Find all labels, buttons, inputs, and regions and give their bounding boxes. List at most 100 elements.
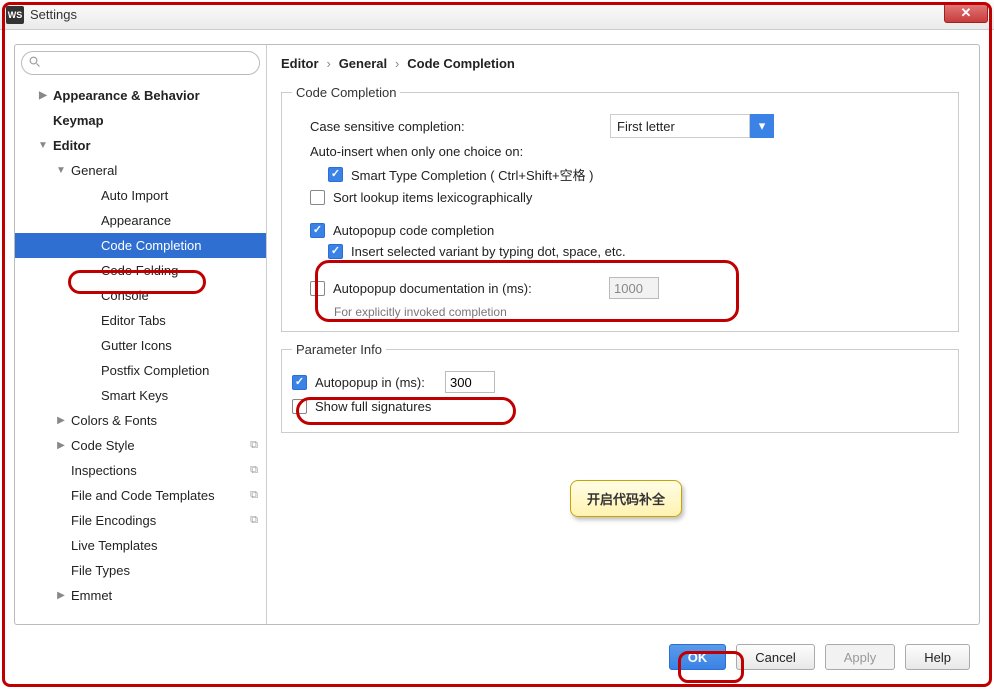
tree-item-label: Gutter Icons [101,338,172,353]
autopopup-in-input[interactable] [445,371,495,393]
parameter-info-legend: Parameter Info [292,342,386,357]
tree-item-auto-import[interactable]: Auto Import [15,183,266,208]
case-sensitive-label: Case sensitive completion: [310,119,610,134]
tree-item-console[interactable]: Console [15,283,266,308]
auto-insert-label: Auto-insert when only one choice on: [310,144,523,159]
breadcrumb-general[interactable]: General [339,56,387,71]
tree-item-label: Code Style [71,438,135,453]
button-bar: OK Cancel Apply Help [669,639,970,675]
content-pane: Editor › General › Code Completion Code … [267,45,979,624]
apply-button: Apply [825,644,896,670]
tree-arrow-icon: ▼ [55,165,67,176]
dropdown-value: First letter [610,114,750,138]
tree-item-file-types[interactable]: File Types [15,558,266,583]
tree-item-label: General [71,163,117,178]
sort-lookup-row: Sort lookup items lexicographically [292,190,948,205]
tree-item-label: Editor Tabs [101,313,166,328]
case-sensitive-dropdown[interactable]: First letter ▾ [610,114,774,138]
ok-button[interactable]: OK [669,644,727,670]
tree-item-editor-tabs[interactable]: Editor Tabs [15,308,266,333]
sort-lookup-checkbox[interactable] [310,190,325,205]
copy-icon: ⧉ [250,489,258,502]
help-button[interactable]: Help [905,644,970,670]
search-input[interactable] [21,51,260,75]
tree-item-postfix-completion[interactable]: Postfix Completion [15,358,266,383]
insert-variant-checkbox[interactable] [328,244,343,259]
show-sig-label: Show full signatures [315,399,431,414]
case-sensitive-row: Case sensitive completion: First letter … [292,114,948,138]
tree-item-colors-fonts[interactable]: ▶ Colors & Fonts [15,408,266,433]
tree-item-label: Console [101,288,149,303]
autopopup-doc-label: Autopopup documentation in (ms): [333,281,609,296]
tree-item-emmet[interactable]: ▶Emmet [15,583,266,608]
tree-item-smart-keys[interactable]: Smart Keys [15,383,266,408]
tree-item-label: Editor [53,138,91,153]
tree-arrow-icon: ▶ [37,90,49,101]
explicit-note: For explicitly invoked completion [316,305,948,319]
tree-item-label: Appearance [101,213,171,228]
window-title: Settings [30,7,77,22]
tree-item-label: File Types [71,563,130,578]
parameter-info-group: Parameter Info Autopopup in (ms): Show f… [281,342,959,433]
breadcrumb: Editor › General › Code Completion [281,55,959,71]
tree-item-label: Postfix Completion [101,363,209,378]
sort-lookup-label: Sort lookup items lexicographically [333,190,532,205]
smart-type-row: Smart Type Completion ( Ctrl+Shift+空格 ) [292,165,948,184]
auto-insert-row: Auto-insert when only one choice on: [292,144,948,159]
tree-item-label: Keymap [53,113,104,128]
autopopup-doc-checkbox[interactable] [310,281,325,296]
copy-icon: ⧉ [250,464,258,477]
tree-item-code-style[interactable]: ▶Code Style⧉ [15,433,266,458]
tree-item-general[interactable]: ▼ General [15,158,266,183]
insert-variant-row: Insert selected variant by typing dot, s… [292,244,948,259]
annotation-tooltip: 开启代码补全 [570,480,682,517]
copy-icon: ⧉ [250,439,258,452]
tree-item-inspections[interactable]: Inspections ⧉ [15,458,266,483]
sidebar: ▶ Appearance & Behavior Keymap ▼Editor ▼ Gene… [15,45,267,624]
tree-item-label: Appearance & Behavior [53,88,200,103]
tree-item-label: Inspections [71,463,137,478]
tree-item-label: Auto Import [101,188,168,203]
tree-item-keymap[interactable]: Keymap [15,108,266,133]
tree-item-file-and-code-templates[interactable]: File and Code Templates ⧉ [15,483,266,508]
smart-type-checkbox[interactable] [328,167,343,182]
tree-item-label: Colors & Fonts [71,413,157,428]
cancel-button[interactable]: Cancel [736,644,814,670]
autopopup-code-row: Autopopup code completion [292,223,948,238]
app-icon: WS [6,6,24,24]
tree-item-file-encodings[interactable]: File Encodings ⧉ [15,508,266,533]
tree-item-label: Code Completion [101,238,201,253]
tree-item-appearance[interactable]: Appearance [15,208,266,233]
tree-item-appearance-behavior[interactable]: ▶ Appearance & Behavior [15,83,266,108]
tree-item-label: File and Code Templates [71,488,215,503]
show-sig-checkbox[interactable] [292,399,307,414]
close-icon: ✕ [961,5,972,21]
tree-item-label: File Encodings [71,513,156,528]
autopopup-in-checkbox[interactable] [292,375,307,390]
autopopup-code-checkbox[interactable] [310,223,325,238]
show-sig-row: Show full signatures [292,399,948,414]
close-button[interactable]: ✕ [944,3,988,23]
body: ▶ Appearance & Behavior Keymap ▼Editor ▼ Gene… [14,44,980,625]
tree-item-live-templates[interactable]: Live Templates [15,533,266,558]
tree-item-code-folding[interactable]: Code Folding [15,258,266,283]
tree-item-label: Live Templates [71,538,157,553]
settings-tree[interactable]: ▶ Appearance & Behavior Keymap ▼Editor ▼ Gene… [15,79,266,624]
autopopup-doc-row: Autopopup documentation in (ms): [292,277,948,299]
tree-arrow-icon: ▶ [55,415,67,426]
autopopup-doc-input [609,277,659,299]
chevron-right-icon: › [326,56,330,71]
copy-icon: ⧉ [250,514,258,527]
breadcrumb-editor[interactable]: Editor [281,56,319,71]
chevron-down-icon[interactable]: ▾ [750,114,774,138]
tree-item-label: Emmet [71,588,112,603]
autopopup-code-label: Autopopup code completion [333,223,494,238]
breadcrumb-code-completion: Code Completion [407,56,515,71]
tree-item-label: Code Folding [101,263,178,278]
autopopup-in-row: Autopopup in (ms): [292,371,948,393]
tree-item-code-completion[interactable]: Code Completion [15,233,266,258]
chevron-right-icon: › [395,56,399,71]
tree-item-gutter-icons[interactable]: Gutter Icons [15,333,266,358]
tree-item-editor[interactable]: ▼Editor [15,133,266,158]
code-completion-group: Code Completion Case sensitive completio… [281,85,959,332]
